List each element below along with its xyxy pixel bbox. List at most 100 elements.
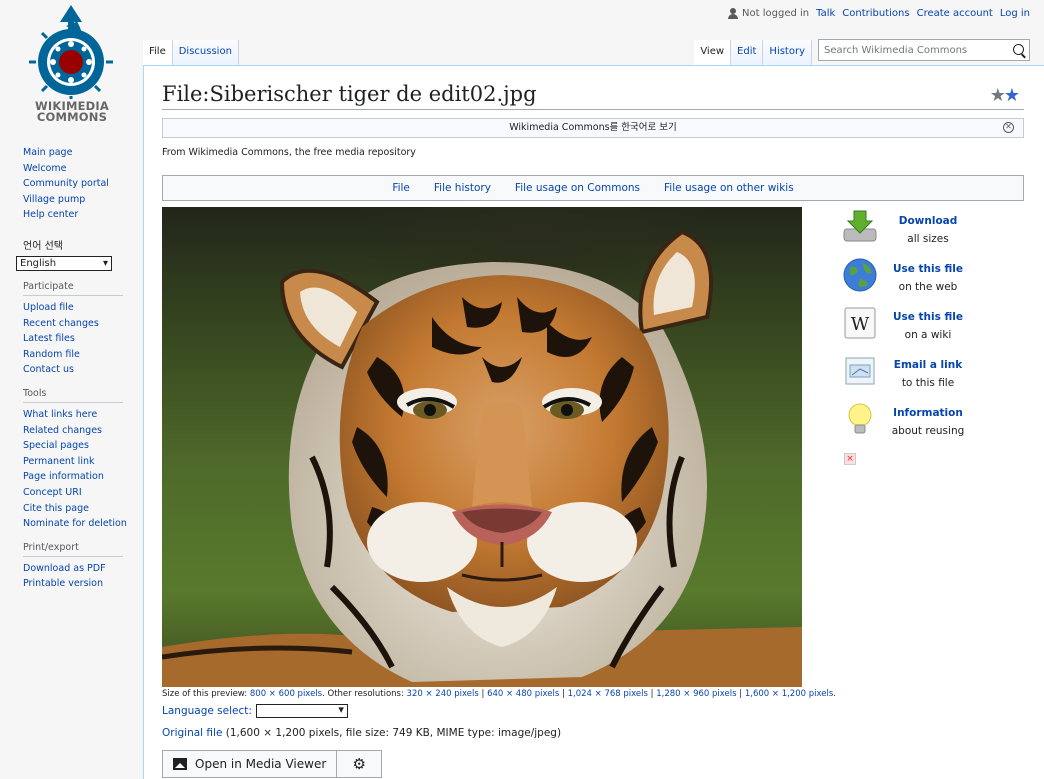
action-use-web-title: Use this file	[892, 263, 964, 275]
page-information-link[interactable]: Page information	[23, 471, 104, 482]
permanent-link[interactable]: Permanent link	[23, 456, 94, 467]
toc-file[interactable]: File	[392, 182, 410, 194]
page-title: File:Siberischer tiger de edit02.jpg ★★	[162, 80, 1024, 110]
sizes-prefix: Size of this preview:	[162, 689, 250, 699]
printable-version-link[interactable]: Printable version	[23, 578, 103, 589]
toc-file-usage-commons[interactable]: File usage on Commons	[515, 182, 640, 194]
media-viewer-buttons: Open in Media Viewer ⚙	[162, 750, 383, 778]
tab-edit[interactable]: Edit	[731, 40, 764, 66]
namespace-tabs: File Discussion	[143, 40, 239, 66]
language-select-label: Language select:	[162, 705, 252, 717]
nav-main-page[interactable]: Main page	[23, 147, 72, 158]
quality-star-icon: ★	[1003, 85, 1020, 106]
nav-help-center[interactable]: Help center	[23, 209, 78, 220]
resolution-1024-link[interactable]: 1,024 × 768 pixels	[568, 689, 648, 699]
download-icon	[843, 210, 877, 242]
latest-files-link[interactable]: Latest files	[23, 333, 75, 344]
what-links-here-link[interactable]: What links here	[23, 409, 97, 420]
action-download[interactable]: Download all sizes	[838, 209, 988, 257]
action-use-web-sub: on the web	[898, 281, 958, 293]
resolution-1280-link[interactable]: 1,280 × 960 pixels	[656, 689, 736, 699]
action-use-wiki[interactable]: W Use this file on a wiki	[838, 305, 988, 353]
site-logo[interactable]: WIKIMEDIA COMMONS	[22, 4, 122, 130]
email-icon	[845, 357, 875, 385]
cite-this-page-link[interactable]: Cite this page	[23, 503, 89, 514]
toc-file-usage-other[interactable]: File usage on other wikis	[664, 182, 794, 194]
sizes-sep: |	[736, 689, 745, 699]
search-icon[interactable]	[1013, 44, 1024, 55]
open-media-viewer-label: Open in Media Viewer	[195, 757, 327, 771]
participate-heading: Participate	[23, 281, 123, 296]
gear-icon: ⚙	[352, 755, 366, 773]
broken-image-icon: ×	[844, 453, 856, 465]
wikimedia-commons-logo-icon	[29, 5, 113, 99]
svg-text:W: W	[851, 314, 870, 335]
media-viewer-settings-button[interactable]: ⚙	[337, 751, 381, 777]
original-file-line: Original file (1,600 × 1,200 pixels, fil…	[162, 727, 561, 739]
tab-discussion[interactable]: Discussion	[172, 40, 239, 66]
sizes-sep: |	[559, 689, 568, 699]
action-email-title: Email a link	[893, 359, 963, 371]
user-icon	[728, 8, 739, 19]
language-select-dropdown[interactable]	[255, 703, 348, 718]
original-file-link[interactable]: Original file	[162, 727, 222, 739]
nav-village-pump[interactable]: Village pump	[23, 194, 85, 205]
random-file-link[interactable]: Random file	[23, 349, 80, 360]
preview-size-link[interactable]: 800 × 600 pixels	[250, 689, 322, 699]
file-actions: Download all sizes Use this file on the …	[838, 209, 988, 449]
star-icons: ★★	[990, 82, 1020, 110]
contact-us-link[interactable]: Contact us	[23, 364, 74, 375]
recent-changes-link[interactable]: Recent changes	[23, 318, 99, 329]
tab-history[interactable]: History	[763, 40, 812, 66]
talk-link[interactable]: Talk	[816, 8, 835, 19]
language-notice-banner: Wikimedia Commons를 한국어로 보기 ✕	[162, 118, 1024, 138]
nav-welcome[interactable]: Welcome	[23, 163, 66, 174]
tools-list: What links here Related changes Special …	[0, 407, 140, 532]
tab-view[interactable]: View	[694, 40, 732, 66]
lightbulb-icon	[848, 403, 872, 434]
close-icon[interactable]: ✕	[1003, 122, 1014, 133]
concept-uri-link[interactable]: Concept URI	[23, 487, 82, 498]
tab-file[interactable]: File	[143, 40, 173, 66]
language-notice-text[interactable]: Wikimedia Commons를 한국어로 보기	[509, 122, 677, 133]
contributions-link[interactable]: Contributions	[842, 8, 909, 19]
globe-icon	[843, 258, 877, 292]
action-email[interactable]: Email a link to this file	[838, 353, 988, 401]
action-use-wiki-title: Use this file	[892, 311, 964, 323]
resolution-1600-link[interactable]: 1,600 × 1,200 pixels	[745, 689, 833, 699]
open-media-viewer-button[interactable]: Open in Media Viewer	[163, 751, 338, 777]
related-changes-link[interactable]: Related changes	[23, 425, 102, 436]
sidebar: Main page Welcome Community portal Villa…	[0, 145, 140, 592]
file-toc: File File history File usage on Commons …	[162, 175, 1024, 201]
download-pdf-link[interactable]: Download as PDF	[23, 563, 106, 574]
original-file-details: (1,600 × 1,200 pixels, file size: 749 KB…	[222, 727, 562, 739]
file-preview-image[interactable]	[162, 207, 802, 687]
create-account-link[interactable]: Create account	[917, 8, 993, 19]
toc-file-history[interactable]: File history	[434, 182, 491, 194]
resolution-320-link[interactable]: 320 × 240 pixels	[407, 689, 479, 699]
special-pages-link[interactable]: Special pages	[23, 440, 89, 451]
search-placeholder: Search Wikimedia Commons	[824, 44, 968, 56]
nominate-for-deletion-link[interactable]: Nominate for deletion	[23, 518, 127, 529]
action-info[interactable]: Information about reusing	[838, 401, 988, 449]
action-info-sub: about reusing	[891, 425, 965, 437]
participate-list: Upload file Recent changes Latest files …	[0, 300, 140, 378]
personal-tools: Not logged in Talk Contributions Create …	[728, 8, 1030, 19]
page-title-text: File:Siberischer tiger de edit02.jpg	[162, 82, 537, 106]
log-in-link[interactable]: Log in	[1000, 8, 1030, 19]
image-icon	[173, 758, 187, 770]
search-input[interactable]: Search Wikimedia Commons	[818, 39, 1030, 61]
action-use-web[interactable]: Use this file on the web	[838, 257, 988, 305]
site-tagline: From Wikimedia Commons, the free media r…	[162, 147, 416, 158]
upload-file-link[interactable]: Upload file	[23, 302, 74, 313]
nav-community-portal[interactable]: Community portal	[23, 178, 109, 189]
print-list: Download as PDF Printable version	[0, 561, 140, 592]
action-email-sub: to this file	[901, 377, 955, 389]
sidebar-language-select[interactable]: English ▾	[16, 255, 112, 271]
action-download-sub: all sizes	[907, 233, 949, 245]
action-download-title: Download	[898, 215, 958, 227]
action-use-wiki-sub: on a wiki	[904, 329, 952, 341]
resolution-640-link[interactable]: 640 × 480 pixels	[487, 689, 559, 699]
wikipedia-icon: W	[844, 307, 876, 339]
action-info-title: Information	[893, 407, 963, 419]
